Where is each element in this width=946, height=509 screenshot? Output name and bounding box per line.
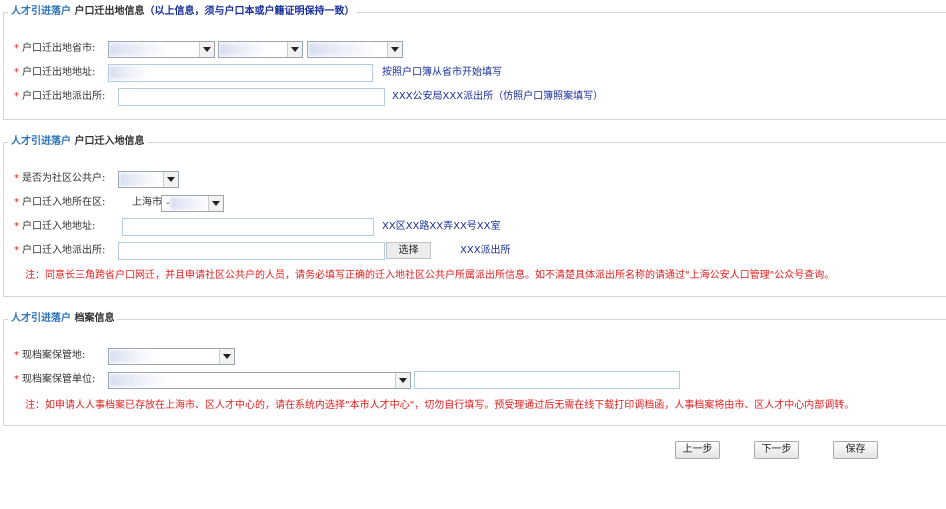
- archive-unit-input[interactable]: [414, 371, 680, 389]
- immigration-note: 注：同意长三角跨省户口网迁，并且申请社区公共户的人员，请务必填写正确的迁入地社区…: [25, 270, 835, 281]
- emigration-police-label: * 户口迁出地派出所:: [14, 91, 106, 102]
- community-account-select[interactable]: [118, 171, 179, 188]
- emigration-district-select[interactable]: [307, 41, 403, 58]
- legend-title: 档案信息: [74, 313, 115, 324]
- archive-unit-label: * 现档案保管单位:: [14, 374, 96, 385]
- chevron-down-icon: [208, 196, 223, 211]
- section-emigration-legend: 人才引进落户 户口迁出地信息（以上信息，须与户口本或户籍证明保持一致）: [8, 6, 357, 18]
- section-immigration-legend: 人才引进落户 户口迁入地信息: [8, 136, 147, 148]
- emigration-police-hint: XXX公安局XXX派出所（仿照户口簿照案填写）: [392, 91, 604, 102]
- immigration-address-hint: XX区XX路XX弄XX号XX室: [382, 221, 501, 232]
- section-archive-legend: 人才引进落户 档案信息: [8, 313, 117, 325]
- select-police-button[interactable]: 选择: [386, 242, 431, 259]
- immigration-police-hint: XXX派出所: [460, 245, 511, 256]
- emigration-address-hint: 按照户口簿从省市开始填写: [382, 67, 502, 78]
- emigration-city-select[interactable]: [218, 41, 303, 58]
- next-step-button[interactable]: 下一步: [754, 441, 799, 459]
- emigration-province-select[interactable]: [108, 41, 215, 58]
- immigration-police-input[interactable]: [118, 242, 385, 260]
- emigration-province-label: * 户口迁出地省市:: [14, 43, 96, 54]
- archive-note: 注：如申请人人事档案已存放在上海市、区人才中心的，请在系统内选择"本市人才中心"…: [25, 400, 855, 411]
- emigration-police-input[interactable]: [118, 88, 385, 106]
- legend-title: 户口迁入地信息: [74, 136, 145, 147]
- immigration-address-input[interactable]: [122, 218, 374, 236]
- chevron-down-icon: [395, 373, 410, 388]
- district-city-text: 上海市: [132, 197, 162, 208]
- emigration-address-input[interactable]: [108, 64, 373, 82]
- chevron-down-icon: [163, 172, 178, 187]
- district-select-value: -: [166, 198, 170, 209]
- emigration-address-label: * 户口迁出地地址:: [14, 67, 96, 78]
- archive-unit-select[interactable]: [108, 372, 411, 389]
- save-button[interactable]: 保存: [833, 441, 878, 459]
- immigration-district-label: * 户口迁入地所在区:: [14, 197, 106, 208]
- immigration-address-label: * 户口迁入地地址:: [14, 221, 96, 232]
- legend-prefix: 人才引进落户: [11, 6, 71, 17]
- legend-prefix: 人才引进落户: [11, 136, 71, 147]
- community-account-label: * 是否为社区公共户:: [14, 173, 106, 184]
- legend-prefix: 人才引进落户: [11, 313, 71, 324]
- chevron-down-icon: [287, 42, 302, 57]
- chevron-down-icon: [199, 42, 214, 57]
- immigration-district-select[interactable]: -: [161, 195, 224, 212]
- legend-note: （以上信息，须与户口本或户籍证明保持一致）: [144, 6, 355, 17]
- chevron-down-icon: [219, 349, 234, 364]
- required-mark: *: [14, 43, 19, 54]
- chevron-down-icon: [387, 42, 402, 57]
- archive-place-select[interactable]: [108, 348, 235, 365]
- prev-step-button[interactable]: 上一步: [675, 441, 720, 459]
- legend-title: 户口迁出地信息: [74, 6, 145, 17]
- immigration-police-label: * 户口迁入地派出所:: [14, 245, 106, 256]
- archive-place-label: * 现档案保管地:: [14, 350, 86, 361]
